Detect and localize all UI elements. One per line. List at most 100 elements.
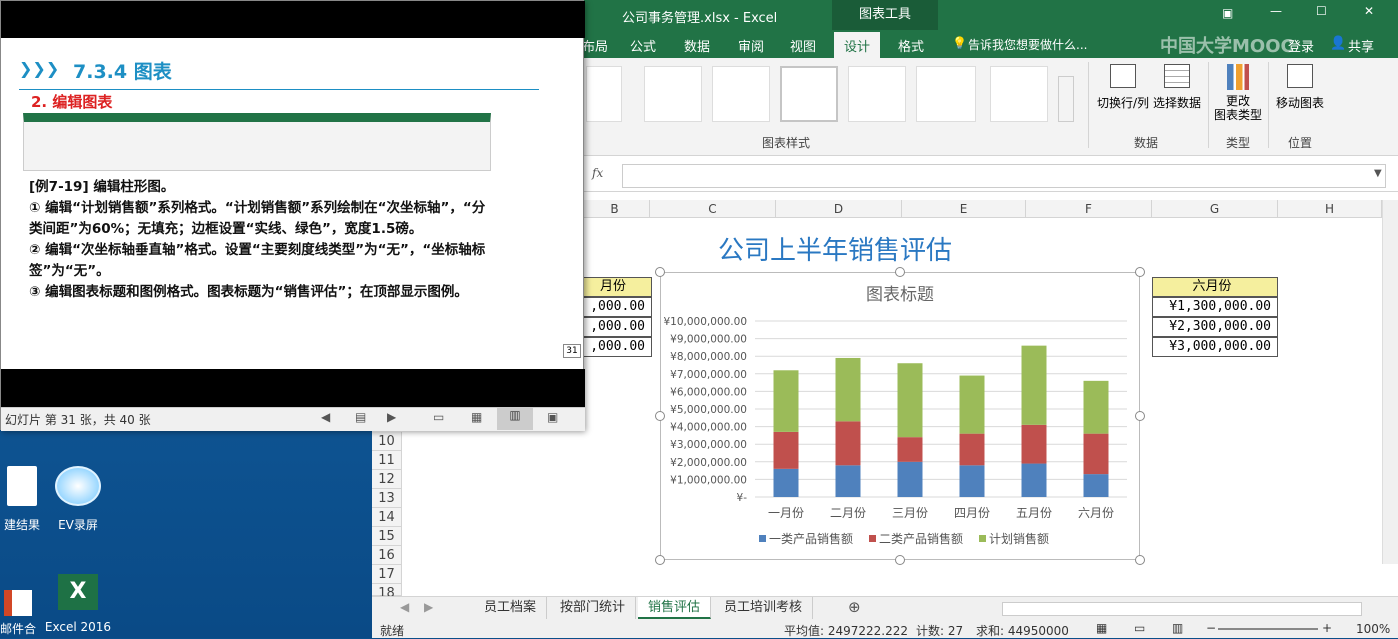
resize-handle[interactable]: [1135, 411, 1145, 421]
slide-paragraph: ② 编辑“次坐标轴垂直轴”格式。设置“主要刻度线类型”为“无”，“坐标轴标签”为…: [29, 242, 486, 279]
sheet-nav-next-icon[interactable]: ▶: [424, 600, 433, 614]
resize-handle[interactable]: [655, 267, 665, 277]
formula-input[interactable]: [622, 164, 1386, 188]
login-link[interactable]: 登录: [1288, 36, 1314, 55]
share-button[interactable]: 共享: [1348, 36, 1374, 55]
tab-review[interactable]: 审阅: [738, 36, 764, 55]
group-divider: [1088, 62, 1089, 148]
tell-me-box[interactable]: 告诉我您想要做什么...: [968, 36, 1087, 53]
bar-segment: [1021, 463, 1047, 497]
resize-handle[interactable]: [1135, 267, 1145, 277]
resize-handle[interactable]: [895, 555, 905, 565]
vertical-scrollbar[interactable]: [1382, 200, 1398, 564]
table-cell[interactable]: ,000.00: [580, 317, 652, 337]
next-slide-icon[interactable]: ▶: [387, 410, 396, 424]
select-data-button[interactable]: 选择数据: [1150, 64, 1204, 111]
close-icon[interactable]: ✕: [1364, 4, 1374, 18]
mooc-watermark: 中国大学MOOC: [1160, 36, 1294, 57]
page-layout-icon[interactable]: ▭: [1134, 621, 1145, 635]
column-header[interactable]: H: [1278, 200, 1382, 218]
chart-style-thumb[interactable]: [848, 66, 906, 122]
table-cell[interactable]: ,000.00: [580, 337, 652, 357]
move-chart-button[interactable]: 移动图表: [1272, 64, 1328, 111]
chart-style-thumb[interactable]: [586, 66, 622, 122]
desktop-icon-ev[interactable]: EV录屏: [36, 466, 120, 533]
tab-design[interactable]: 设计: [834, 32, 881, 59]
zoom-level[interactable]: 100%: [1356, 622, 1390, 636]
row-header[interactable]: 13: [372, 489, 402, 508]
prev-slide-icon[interactable]: ◀: [321, 410, 330, 424]
fx-icon[interactable]: fx: [592, 166, 603, 180]
table-cell[interactable]: ¥3,000,000.00: [1152, 337, 1278, 357]
chart-style-thumb[interactable]: [644, 66, 702, 122]
table-cell[interactable]: ¥2,300,000.00: [1152, 317, 1278, 337]
change-chart-type-button[interactable]: 更改 图表类型: [1212, 64, 1264, 122]
horizontal-scrollbar[interactable]: [1002, 602, 1362, 616]
chart-style-thumb[interactable]: [916, 66, 976, 122]
column-header[interactable]: D: [776, 200, 902, 218]
chart-area[interactable]: 图表标题 ¥- ¥1,000,000.00 ¥2,000,000.00 ¥3,000,0…: [655, 267, 1145, 565]
chart-style-thumb[interactable]: [780, 66, 838, 122]
slide-heading: 7.3.4 图表: [73, 61, 172, 83]
resize-handle[interactable]: [1135, 555, 1145, 565]
tab-data[interactable]: 数据: [684, 36, 710, 55]
table-header-cell[interactable]: 六月份: [1152, 277, 1278, 297]
slide-menu-icon[interactable]: ▤: [355, 410, 366, 424]
desktop-icon-label: Excel 2016: [44, 620, 112, 634]
resize-handle[interactable]: [895, 267, 905, 277]
row-header[interactable]: 17: [372, 565, 402, 584]
row-header[interactable]: 12: [372, 470, 402, 489]
column-header[interactable]: B: [580, 200, 650, 218]
column-header[interactable]: E: [902, 200, 1026, 218]
styles-scroll[interactable]: [1058, 76, 1074, 122]
row-header[interactable]: 14: [372, 508, 402, 527]
column-header[interactable]: G: [1152, 200, 1278, 218]
switch-row-col-button[interactable]: 切换行/列: [1092, 64, 1154, 111]
normal-view-icon[interactable]: ▭: [433, 410, 444, 424]
sheet-tab[interactable]: 按部门统计: [550, 597, 637, 619]
chart-style-thumb[interactable]: [712, 66, 770, 122]
resize-handle[interactable]: [655, 555, 665, 565]
desktop-icon-excel[interactable]: X Excel 2016: [36, 574, 120, 634]
sheet-tab-active[interactable]: 销售评估: [638, 597, 712, 619]
normal-view-icon[interactable]: ▦: [1096, 621, 1107, 635]
maximize-icon[interactable]: ☐: [1316, 4, 1327, 18]
sheet-title[interactable]: 公司上半年销售评估: [718, 230, 952, 267]
chart-style-thumb[interactable]: [990, 66, 1048, 122]
row-header[interactable]: 16: [372, 546, 402, 565]
zoom-in-icon[interactable]: +: [1322, 621, 1332, 635]
minimize-icon[interactable]: —: [1270, 4, 1282, 18]
zoom-slider[interactable]: [1218, 628, 1318, 630]
row-header[interactable]: 10: [372, 432, 402, 451]
tab-layout[interactable]: 布局: [582, 36, 608, 55]
chevron-down-icon[interactable]: ▼: [1374, 168, 1382, 179]
reading-view-icon[interactable]: ▥: [497, 408, 533, 430]
column-header[interactable]: F: [1026, 200, 1152, 218]
sheet-tab[interactable]: 员工培训考核: [714, 597, 814, 619]
zoom-out-icon[interactable]: −: [1206, 621, 1216, 635]
add-sheet-icon[interactable]: ⊕: [848, 598, 861, 616]
sheet-tab[interactable]: 员工档案: [474, 597, 548, 619]
row-header[interactable]: 18: [372, 584, 402, 601]
select-data-icon: [1164, 64, 1190, 88]
tab-format[interactable]: 格式: [898, 36, 924, 55]
row-header[interactable]: 15: [372, 527, 402, 546]
heading-rule: [19, 89, 539, 90]
page-break-icon[interactable]: ▥: [1172, 621, 1183, 635]
table-header-cell[interactable]: 月份: [580, 277, 652, 297]
tab-view[interactable]: 视图: [790, 36, 816, 55]
bar-segment: [835, 465, 861, 497]
slideshow-icon[interactable]: ▣: [547, 410, 558, 424]
button-label: 选择数据: [1152, 96, 1201, 110]
ribbon-display-icon[interactable]: ▣: [1222, 6, 1233, 20]
table-cell[interactable]: ¥1,300,000.00: [1152, 297, 1278, 317]
y-tick-label: ¥1,000,000.00: [670, 474, 747, 486]
powerpoint-window: ❯❯❯ 7.3.4 图表 2. 编辑图表 [例7-19] 编辑柱形图。 ① 编辑…: [0, 0, 585, 431]
sheet-nav-prev-icon[interactable]: ◀: [400, 600, 409, 614]
table-cell[interactable]: ,000.00: [580, 297, 652, 317]
tab-formulas[interactable]: 公式: [630, 36, 656, 55]
row-header[interactable]: 11: [372, 451, 402, 470]
resize-handle[interactable]: [655, 411, 665, 421]
column-header[interactable]: C: [650, 200, 776, 218]
slide-sorter-icon[interactable]: ▦: [471, 410, 482, 424]
